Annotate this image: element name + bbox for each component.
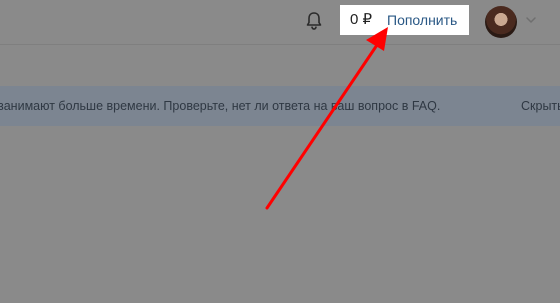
chevron-down-icon[interactable]: [524, 13, 538, 27]
bell-icon[interactable]: [302, 9, 326, 33]
notice-text: занимают больше времени. Проверьте, нет …: [0, 99, 441, 113]
balance-widget: 0 ₽ Пополнить: [340, 5, 469, 35]
annotation-arrow-line: [265, 43, 379, 210]
avatar[interactable]: [485, 6, 517, 38]
topup-link[interactable]: Пополнить: [387, 12, 457, 28]
annotation-arrow: [265, 27, 388, 210]
top-header: 0 ₽ Пополнить: [0, 0, 560, 45]
notice-banner: занимают больше времени. Проверьте, нет …: [0, 86, 560, 126]
balance-amount: 0 ₽: [350, 11, 373, 28]
notice-hide-link[interactable]: Скрыть: [521, 98, 560, 114]
